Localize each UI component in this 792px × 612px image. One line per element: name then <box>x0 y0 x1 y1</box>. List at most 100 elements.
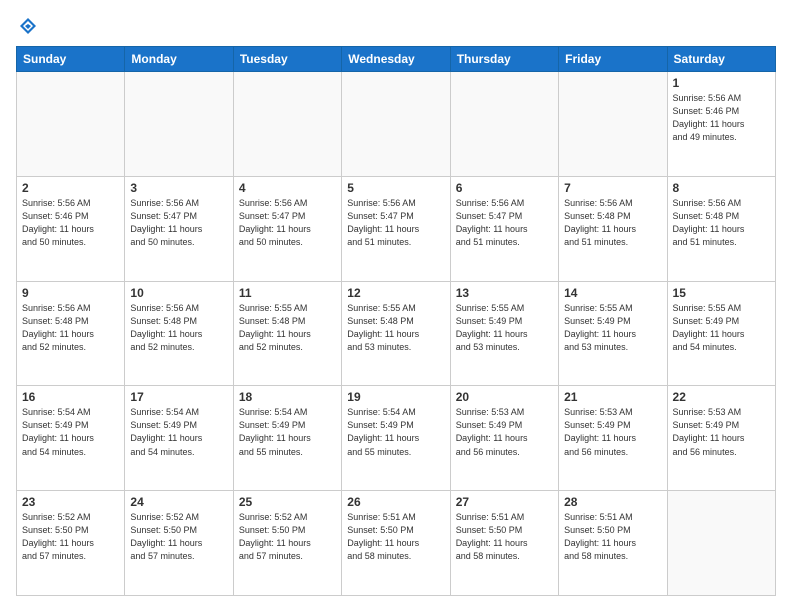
day-info: Sunrise: 5:56 AM Sunset: 5:47 PM Dayligh… <box>347 197 444 249</box>
day-number: 9 <box>22 286 119 300</box>
day-info: Sunrise: 5:54 AM Sunset: 5:49 PM Dayligh… <box>239 406 336 458</box>
day-info: Sunrise: 5:56 AM Sunset: 5:47 PM Dayligh… <box>456 197 553 249</box>
day-number: 10 <box>130 286 227 300</box>
calendar-week-3: 16 Sunrise: 5:54 AM Sunset: 5:49 PM Dayli… <box>17 386 776 491</box>
day-info: Sunrise: 5:56 AM Sunset: 5:48 PM Dayligh… <box>673 197 770 249</box>
day-info: Sunrise: 5:55 AM Sunset: 5:48 PM Dayligh… <box>239 302 336 354</box>
day-info: Sunrise: 5:53 AM Sunset: 5:49 PM Dayligh… <box>673 406 770 458</box>
page: SundayMondayTuesdayWednesdayThursdayFrid… <box>0 0 792 612</box>
day-info: Sunrise: 5:56 AM Sunset: 5:47 PM Dayligh… <box>239 197 336 249</box>
day-number: 17 <box>130 390 227 404</box>
weekday-header-friday: Friday <box>559 47 667 72</box>
day-number: 5 <box>347 181 444 195</box>
day-info: Sunrise: 5:54 AM Sunset: 5:49 PM Dayligh… <box>130 406 227 458</box>
calendar-cell: 3 Sunrise: 5:56 AM Sunset: 5:47 PM Daylig… <box>125 176 233 281</box>
day-number: 3 <box>130 181 227 195</box>
day-number: 19 <box>347 390 444 404</box>
day-number: 7 <box>564 181 661 195</box>
day-info: Sunrise: 5:52 AM Sunset: 5:50 PM Dayligh… <box>130 511 227 563</box>
calendar-cell: 2Sunrise: 5:56 AM Sunset: 5:46 PM Daylig… <box>17 176 125 281</box>
day-number: 25 <box>239 495 336 509</box>
weekday-header-monday: Monday <box>125 47 233 72</box>
calendar-cell: 28 Sunrise: 5:51 AM Sunset: 5:50 PM Dayli… <box>559 491 667 596</box>
calendar-cell: 6 Sunrise: 5:56 AM Sunset: 5:47 PM Daylig… <box>450 176 558 281</box>
day-info: Sunrise: 5:55 AM Sunset: 5:49 PM Dayligh… <box>673 302 770 354</box>
calendar-cell <box>17 72 125 177</box>
day-number: 4 <box>239 181 336 195</box>
day-info: Sunrise: 5:55 AM Sunset: 5:49 PM Dayligh… <box>456 302 553 354</box>
day-number: 23 <box>22 495 119 509</box>
day-info: Sunrise: 5:53 AM Sunset: 5:49 PM Dayligh… <box>456 406 553 458</box>
day-number: 15 <box>673 286 770 300</box>
day-info: Sunrise: 5:56 AM Sunset: 5:48 PM Dayligh… <box>22 302 119 354</box>
calendar-cell <box>559 72 667 177</box>
weekday-header-thursday: Thursday <box>450 47 558 72</box>
calendar-cell: 23 Sunrise: 5:52 AM Sunset: 5:50 PM Dayli… <box>17 491 125 596</box>
day-info: Sunrise: 5:56 AM Sunset: 5:46 PM Dayligh… <box>673 92 770 144</box>
calendar-cell: 7 Sunrise: 5:56 AM Sunset: 5:48 PM Daylig… <box>559 176 667 281</box>
calendar-cell: 15 Sunrise: 5:55 AM Sunset: 5:49 PM Dayli… <box>667 281 775 386</box>
day-number: 27 <box>456 495 553 509</box>
day-number: 6 <box>456 181 553 195</box>
day-number: 11 <box>239 286 336 300</box>
day-number: 13 <box>456 286 553 300</box>
day-number: 22 <box>673 390 770 404</box>
day-number: 8 <box>673 181 770 195</box>
calendar-cell: 16 Sunrise: 5:54 AM Sunset: 5:49 PM Dayli… <box>17 386 125 491</box>
day-number: 24 <box>130 495 227 509</box>
day-info: Sunrise: 5:55 AM Sunset: 5:49 PM Dayligh… <box>564 302 661 354</box>
day-number: 20 <box>456 390 553 404</box>
day-number: 18 <box>239 390 336 404</box>
day-number: 1 <box>673 76 770 90</box>
calendar-cell <box>667 491 775 596</box>
logo-icon <box>18 16 38 36</box>
calendar-cell: 21 Sunrise: 5:53 AM Sunset: 5:49 PM Dayli… <box>559 386 667 491</box>
calendar-cell: 11 Sunrise: 5:55 AM Sunset: 5:48 PM Dayli… <box>233 281 341 386</box>
weekday-header-wednesday: Wednesday <box>342 47 450 72</box>
day-info: Sunrise: 5:51 AM Sunset: 5:50 PM Dayligh… <box>564 511 661 563</box>
calendar-cell: 19Sunrise: 5:54 AM Sunset: 5:49 PM Dayli… <box>342 386 450 491</box>
day-number: 28 <box>564 495 661 509</box>
weekday-header-saturday: Saturday <box>667 47 775 72</box>
calendar-cell: 17 Sunrise: 5:54 AM Sunset: 5:49 PM Dayli… <box>125 386 233 491</box>
day-info: Sunrise: 5:56 AM Sunset: 5:47 PM Dayligh… <box>130 197 227 249</box>
calendar-header-row: SundayMondayTuesdayWednesdayThursdayFrid… <box>17 47 776 72</box>
calendar-cell: 26 Sunrise: 5:51 AM Sunset: 5:50 PM Dayli… <box>342 491 450 596</box>
calendar-cell <box>125 72 233 177</box>
calendar-cell: 10 Sunrise: 5:56 AM Sunset: 5:48 PM Dayli… <box>125 281 233 386</box>
calendar-cell: 14 Sunrise: 5:55 AM Sunset: 5:49 PM Dayli… <box>559 281 667 386</box>
calendar-cell: 5 Sunrise: 5:56 AM Sunset: 5:47 PM Daylig… <box>342 176 450 281</box>
calendar-week-0: 1 Sunrise: 5:56 AM Sunset: 5:46 PM Daylig… <box>17 72 776 177</box>
calendar-week-2: 9 Sunrise: 5:56 AM Sunset: 5:48 PM Daylig… <box>17 281 776 386</box>
day-info: Sunrise: 5:56 AM Sunset: 5:46 PM Dayligh… <box>22 197 119 249</box>
calendar-cell: 27 Sunrise: 5:51 AM Sunset: 5:50 PM Dayli… <box>450 491 558 596</box>
day-info: Sunrise: 5:51 AM Sunset: 5:50 PM Dayligh… <box>456 511 553 563</box>
day-info: Sunrise: 5:54 AM Sunset: 5:49 PM Dayligh… <box>22 406 119 458</box>
calendar-cell <box>233 72 341 177</box>
logo <box>16 16 38 36</box>
calendar-cell: 18 Sunrise: 5:54 AM Sunset: 5:49 PM Dayli… <box>233 386 341 491</box>
day-number: 12 <box>347 286 444 300</box>
day-info: Sunrise: 5:56 AM Sunset: 5:48 PM Dayligh… <box>564 197 661 249</box>
calendar-cell: 25 Sunrise: 5:52 AM Sunset: 5:50 PM Dayli… <box>233 491 341 596</box>
calendar-week-4: 23 Sunrise: 5:52 AM Sunset: 5:50 PM Dayli… <box>17 491 776 596</box>
day-number: 14 <box>564 286 661 300</box>
day-info: Sunrise: 5:56 AM Sunset: 5:48 PM Dayligh… <box>130 302 227 354</box>
calendar-cell: 8 Sunrise: 5:56 AM Sunset: 5:48 PM Daylig… <box>667 176 775 281</box>
calendar-cell <box>450 72 558 177</box>
day-info: Sunrise: 5:55 AM Sunset: 5:48 PM Dayligh… <box>347 302 444 354</box>
calendar-cell: 9 Sunrise: 5:56 AM Sunset: 5:48 PM Daylig… <box>17 281 125 386</box>
day-info: Sunrise: 5:53 AM Sunset: 5:49 PM Dayligh… <box>564 406 661 458</box>
calendar-cell <box>342 72 450 177</box>
weekday-header-tuesday: Tuesday <box>233 47 341 72</box>
calendar-week-1: 2Sunrise: 5:56 AM Sunset: 5:46 PM Daylig… <box>17 176 776 281</box>
day-number: 21 <box>564 390 661 404</box>
day-number: 16 <box>22 390 119 404</box>
day-info: Sunrise: 5:52 AM Sunset: 5:50 PM Dayligh… <box>239 511 336 563</box>
day-number: 26 <box>347 495 444 509</box>
day-info: Sunrise: 5:52 AM Sunset: 5:50 PM Dayligh… <box>22 511 119 563</box>
calendar-cell: 4 Sunrise: 5:56 AM Sunset: 5:47 PM Daylig… <box>233 176 341 281</box>
weekday-header-sunday: Sunday <box>17 47 125 72</box>
day-info: Sunrise: 5:51 AM Sunset: 5:50 PM Dayligh… <box>347 511 444 563</box>
header <box>16 16 776 36</box>
